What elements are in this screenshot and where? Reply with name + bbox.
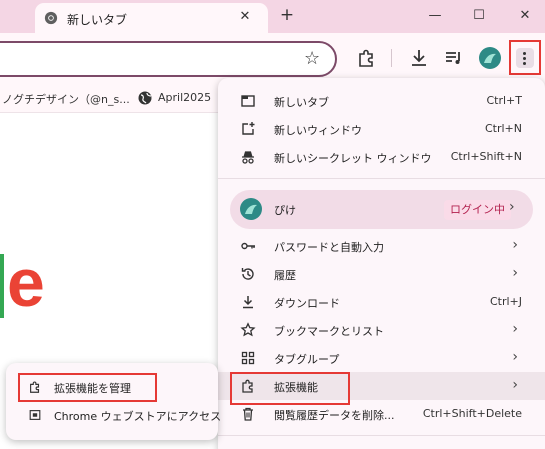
- menu-item-clear-browsing-data[interactable]: 閲覧履歴データを削除... Ctrl+Shift+Delete: [218, 401, 545, 429]
- close-window-button[interactable]: ✕: [515, 6, 535, 26]
- minimize-button[interactable]: —: [425, 6, 445, 26]
- address-bar[interactable]: [0, 41, 337, 77]
- chrome-menu-button-highlight: [509, 40, 541, 75]
- menu-item-new-window[interactable]: 新しいウィンドウ Ctrl+N: [218, 116, 545, 144]
- chevron-right-icon: ›: [512, 377, 518, 393]
- menu-item-shortcut: Ctrl+Shift+N: [450, 150, 522, 163]
- menu-item-label: 新しいタブ: [274, 96, 329, 109]
- submenu-item-manage-extensions[interactable]: 拡張機能を管理: [54, 380, 131, 396]
- profile-avatar[interactable]: [479, 47, 501, 69]
- new-tab-button[interactable]: +: [277, 5, 297, 25]
- extensions-submenu: 拡張機能を管理 Chrome ウェブストアにアクセス: [6, 363, 221, 440]
- menu-item-label: 新しいシークレット ウィンドウ: [274, 152, 432, 165]
- menu-item-label: ダウンロード: [274, 297, 340, 310]
- download-icon: [243, 296, 253, 309]
- tab-title: 新しいタブ: [67, 13, 128, 27]
- chevron-right-icon: ›: [512, 237, 518, 253]
- store-icon: [29, 410, 41, 420]
- profile-name: ぴけ: [274, 204, 296, 217]
- menu-item-label: パスワードと自動入力: [274, 241, 384, 254]
- avatar: [240, 198, 262, 220]
- menu-item-tab-groups[interactable]: タブグループ ›: [218, 345, 545, 373]
- menu-item-new-tab[interactable]: 新しいタブ Ctrl+T: [218, 88, 545, 116]
- menu-item-shortcut: Ctrl+J: [489, 295, 522, 308]
- google-logo-fragment: [0, 254, 4, 318]
- chevron-right-icon: ›: [512, 349, 518, 365]
- signed-in-badge: ログイン中: [444, 200, 511, 220]
- submenu-item-chrome-web-store[interactable]: Chrome ウェブストアにアクセス: [54, 408, 221, 424]
- tab-group-icon: [241, 351, 255, 365]
- new-tab-icon: [241, 95, 255, 107]
- menu-item-label: 閲覧履歴データを削除...: [274, 409, 395, 422]
- menu-item-bookmarks[interactable]: ブックマークとリスト ›: [218, 317, 545, 345]
- menu-item-downloads[interactable]: ダウンロード Ctrl+J: [218, 289, 545, 317]
- menu-item-incognito[interactable]: 新しいシークレット ウィンドウ Ctrl+Shift+N: [218, 144, 545, 172]
- menu-item-label: 履歴: [274, 269, 296, 282]
- menu-item-label: 新しいウィンドウ: [274, 124, 362, 137]
- extensions-icon: [30, 381, 40, 393]
- chrome-icon: [44, 11, 58, 25]
- key-icon: [241, 242, 255, 250]
- media-playlist-icon[interactable]: [443, 47, 465, 69]
- kebab-dot: [523, 57, 526, 60]
- incognito-icon: [242, 151, 254, 164]
- tab-new-tab[interactable]: 新しいタブ ✕: [35, 3, 268, 33]
- maximize-button[interactable]: ☐: [469, 6, 489, 26]
- bookmark-star-icon: [240, 322, 256, 337]
- chevron-right-icon: ›: [512, 321, 518, 337]
- bookmark-item[interactable]: ノグチデザイン（@n_s...: [2, 91, 130, 107]
- tab-close-icon[interactable]: ✕: [235, 7, 255, 27]
- chevron-right-icon: ›: [509, 199, 515, 215]
- chevron-right-icon: ›: [512, 265, 518, 281]
- menu-item-shortcut: Ctrl+T: [486, 94, 522, 107]
- new-window-icon: [242, 122, 255, 135]
- trash-icon: [243, 407, 253, 421]
- globe-icon: [138, 91, 152, 105]
- menu-item-shortcut: Ctrl+N: [484, 122, 522, 135]
- menu-item-shortcut: Ctrl+Shift+Delete: [422, 407, 522, 420]
- menu-separator: [218, 178, 545, 179]
- bookmark-star-icon[interactable]: ☆: [304, 49, 320, 69]
- menu-separator: [218, 435, 545, 436]
- google-logo-letter: e: [7, 245, 45, 321]
- bookmark-item[interactable]: April2025: [158, 91, 211, 104]
- menu-item-passwords[interactable]: パスワードと自動入力 ›: [218, 233, 545, 261]
- toolbar-separator: [391, 49, 392, 67]
- extensions-icon[interactable]: [355, 47, 377, 69]
- chrome-menu: 新しいタブ Ctrl+T 新しいウィンドウ Ctrl+N 新しいシークレット ウ…: [218, 78, 545, 449]
- chrome-menu-button[interactable]: [516, 48, 534, 68]
- menu-item-history[interactable]: 履歴 ›: [218, 261, 545, 289]
- kebab-dot: [523, 62, 526, 65]
- download-icon[interactable]: [408, 47, 430, 69]
- toolbar: ☆: [0, 33, 545, 83]
- tab-strip: 新しいタブ ✕ + — ☐ ✕: [0, 0, 545, 33]
- history-icon: [241, 268, 254, 280]
- kebab-dot: [523, 52, 526, 55]
- menu-profile-row[interactable]: ぴけ ログイン中 ›: [230, 190, 533, 229]
- menu-item-label: ブックマークとリスト: [274, 325, 384, 338]
- menu-item-label: タブグループ: [274, 353, 340, 366]
